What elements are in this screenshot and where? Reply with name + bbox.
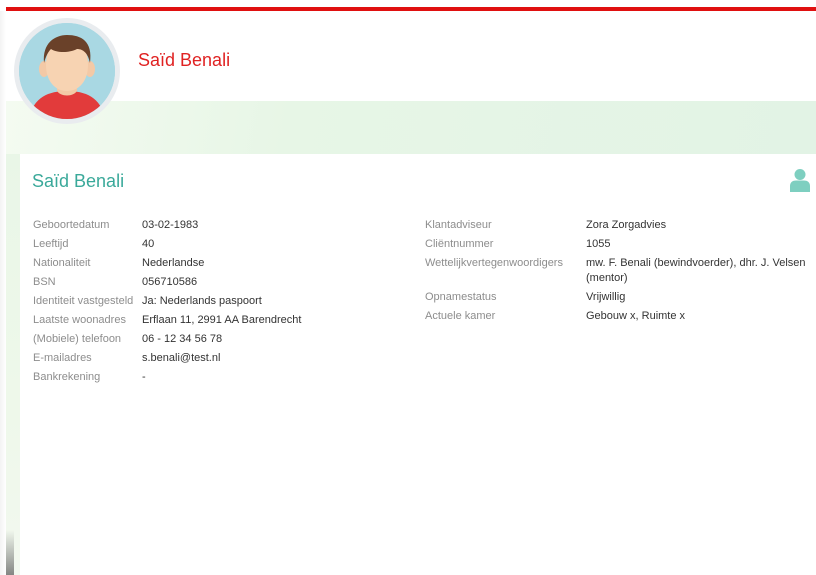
client-info-card: Saïd Benali Geboortedatum 03-02-1983 Lee…: [20, 154, 816, 575]
field-row-admission-status: Opnamestatus Vrijwillig: [425, 290, 811, 305]
field-row-bank-account: Bankrekening -: [33, 370, 342, 385]
field-label: Identiteit vastgesteld: [33, 295, 134, 307]
field-value: 056710586: [142, 276, 198, 288]
field-label: Nationaliteit: [33, 257, 91, 269]
field-row-address: Laatste woonadres Erflaan 11, 2991 AA Ba…: [33, 313, 342, 328]
personal-details: Geboortedatum 03-02-1983 Leeftijd 40 Nat…: [33, 218, 342, 389]
field-value: Ja: Nederlands paspoort: [142, 295, 262, 307]
male-avatar-icon: [19, 23, 115, 119]
field-row-phone: (Mobiele) telefoon 06 - 12 34 56 78: [33, 332, 342, 347]
field-value: 03-02-1983: [142, 219, 199, 231]
field-value: Nederlandse: [142, 257, 205, 269]
field-label: Geboortedatum: [33, 219, 110, 231]
field-label: Wettelijkvertegenwoordigers: [425, 257, 563, 269]
person-icon[interactable]: [790, 168, 810, 192]
field-value: -: [142, 371, 146, 383]
field-value: 06 - 12 34 56 78: [142, 333, 223, 345]
field-value: Gebouw x, Ruimte x: [586, 310, 686, 322]
field-value: Vrijwillig: [586, 291, 626, 303]
field-row-bsn: BSN 056710586: [33, 275, 342, 290]
field-row-age: Leeftijd 40: [33, 237, 342, 252]
field-label: Leeftijd: [33, 238, 69, 250]
field-label: Laatste woonadres: [33, 314, 126, 326]
card-title: Saïd Benali: [32, 171, 125, 191]
field-row-current-room: Actuele kamer Gebouw x, Ruimte x: [425, 309, 811, 324]
avatar: [14, 18, 120, 124]
field-label: Cliëntnummer: [425, 238, 494, 250]
header-band: [6, 101, 816, 154]
field-label: Bankrekening: [33, 371, 101, 383]
field-value: mw. F. Benali (bewindvoerder), dhr. J. V…: [586, 257, 806, 284]
care-details: Klantadviseur Zora Zorgadvies Cliëntnumm…: [425, 218, 811, 328]
header-client-name: Saïd Benali: [138, 50, 231, 70]
field-row-email: E-mailadres s.benali@test.nl: [33, 351, 342, 366]
field-label: Opnamestatus: [425, 291, 497, 303]
field-row-identity: Identiteit vastgesteld Ja: Nederlands pa…: [33, 294, 342, 309]
field-row-legal-representatives: Wettelijkvertegenwoordigers mw. F. Benal…: [425, 256, 811, 286]
left-edge-shadow: [6, 530, 14, 575]
field-value: Zora Zorgadvies: [586, 219, 667, 231]
field-label: E-mailadres: [33, 352, 92, 364]
field-label: Actuele kamer: [425, 310, 496, 322]
field-row-client-number: Cliëntnummer 1055: [425, 237, 811, 252]
field-row-advisor: Klantadviseur Zora Zorgadvies: [425, 218, 811, 233]
field-label: BSN: [33, 276, 56, 288]
field-value: 40: [142, 238, 155, 250]
field-value: 1055: [586, 238, 611, 250]
left-edge: [6, 154, 20, 575]
field-label: (Mobiele) telefoon: [33, 333, 122, 345]
field-row-nationality: Nationaliteit Nederlandse: [33, 256, 342, 271]
field-label: Klantadviseur: [425, 219, 492, 231]
field-value: Erflaan 11, 2991 AA Barendrecht: [142, 314, 302, 326]
profile-header: [6, 11, 816, 101]
field-value: s.benali@test.nl: [142, 352, 221, 364]
field-row-birthdate: Geboortedatum 03-02-1983: [33, 218, 342, 233]
